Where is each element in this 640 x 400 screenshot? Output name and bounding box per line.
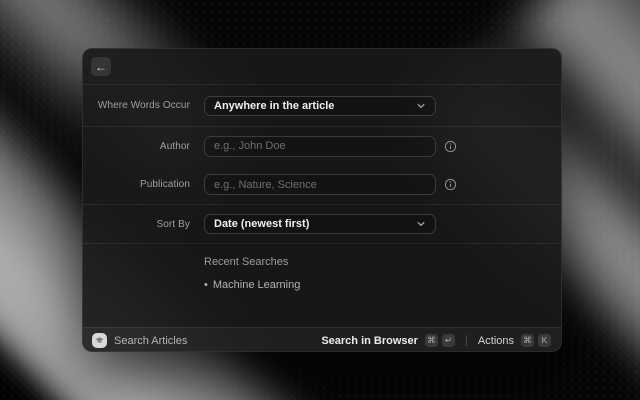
scholar-cap-icon xyxy=(92,333,107,348)
bullet-icon: • xyxy=(204,279,208,291)
publication-input[interactable] xyxy=(204,174,436,195)
chevron-down-icon xyxy=(416,219,426,229)
current-command: Search Articles xyxy=(92,333,187,348)
return-key-icon: ↵ xyxy=(442,334,455,347)
back-button[interactable]: ← xyxy=(91,57,111,76)
where-words-row: Where Words Occur Anywhere in the articl… xyxy=(83,84,561,126)
actions-menu-button[interactable]: Actions ⌘ K xyxy=(477,332,552,349)
footer-divider xyxy=(466,335,467,346)
where-words-select[interactable]: Anywhere in the article xyxy=(204,96,436,116)
info-icon[interactable] xyxy=(444,140,457,153)
sort-by-value: Date (newest first) xyxy=(214,218,309,230)
author-input[interactable] xyxy=(204,136,436,157)
window-header: ← xyxy=(83,49,561,84)
author-row: Author xyxy=(83,127,561,166)
sort-by-label: Sort By xyxy=(83,219,190,230)
k-key-icon: K xyxy=(538,334,551,347)
recent-searches-title: Recent Searches xyxy=(204,256,561,268)
search-in-browser-button[interactable]: Search in Browser ⌘ ↵ xyxy=(320,332,456,349)
info-icon[interactable] xyxy=(444,178,457,191)
chevron-down-icon xyxy=(416,101,426,111)
recent-search-item: • Machine Learning xyxy=(204,279,561,291)
author-label: Author xyxy=(83,141,190,152)
recent-searches-section: Recent Searches • Machine Learning xyxy=(83,243,561,327)
search-in-browser-label: Search in Browser xyxy=(321,335,418,347)
command-title: Search Articles xyxy=(114,335,187,347)
command-key-icon: ⌘ xyxy=(521,334,534,347)
launcher-window: ← Where Words Occur Anywhere in the arti… xyxy=(82,48,562,352)
where-words-value: Anywhere in the article xyxy=(214,100,334,112)
action-bar: Search Articles Search in Browser ⌘ ↵ Ac… xyxy=(83,327,561,352)
recent-search-text: Machine Learning xyxy=(213,279,300,291)
back-arrow-icon: ← xyxy=(95,61,107,73)
actions-label: Actions xyxy=(478,335,514,347)
publication-label: Publication xyxy=(83,179,190,190)
sort-by-row: Sort By Date (newest first) xyxy=(83,204,561,243)
publication-row: Publication xyxy=(83,166,561,205)
sort-by-select[interactable]: Date (newest first) xyxy=(204,214,436,234)
where-words-label: Where Words Occur xyxy=(83,100,190,111)
command-key-icon: ⌘ xyxy=(425,334,438,347)
author-publication-section: Author Publication xyxy=(83,126,561,204)
